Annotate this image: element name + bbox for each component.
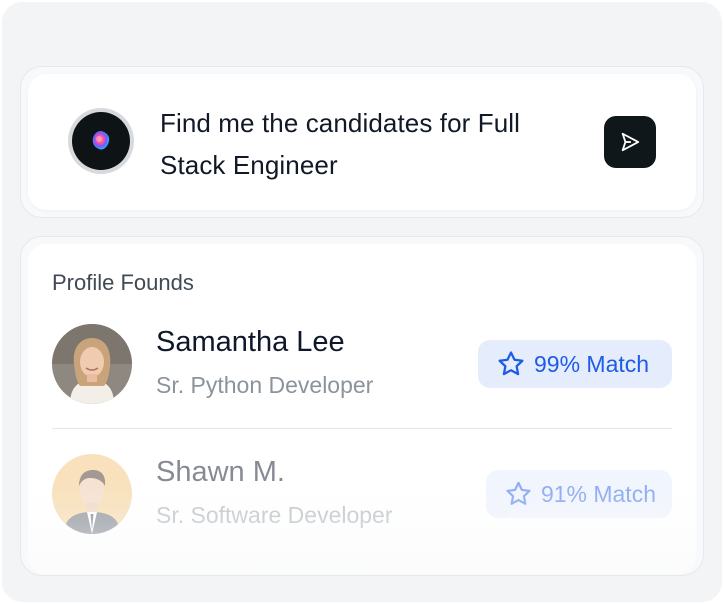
match-score: 99% Match (534, 350, 650, 377)
prompt-text: Find me the candidates for Full Stack En… (160, 108, 521, 180)
match-score: 91% Match (540, 480, 656, 507)
avatar (52, 324, 132, 404)
send-icon (621, 132, 640, 152)
candidate-role: Sr. Software Developer (156, 502, 393, 528)
candidate-name: Shawn M. (156, 456, 285, 488)
star-icon (506, 481, 531, 505)
match-badge: 99% Match (478, 340, 672, 388)
star-icon (498, 351, 524, 376)
prompt-card: Find me the candidates for Full Stack En… (28, 74, 696, 210)
send-button[interactable] (604, 116, 656, 168)
profile-item[interactable]: Shawn M. Sr. Software Developer 91% Matc… (28, 454, 696, 544)
match-badge: 91% Match (486, 470, 672, 518)
ai-assistant-avatar (68, 108, 134, 174)
profile-item[interactable]: Samantha Lee Sr. Python Developer 99% Ma… (28, 324, 696, 414)
results-title: Profile Founds (52, 270, 194, 295)
candidate-name: Samantha Lee (156, 326, 345, 358)
results-card: Profile Founds Samantha Lee Sr. Python D… (28, 244, 696, 574)
candidate-role: Sr. Python Developer (156, 372, 374, 398)
ai-orb-icon (92, 131, 110, 150)
divider (52, 428, 672, 429)
avatar (52, 454, 132, 534)
